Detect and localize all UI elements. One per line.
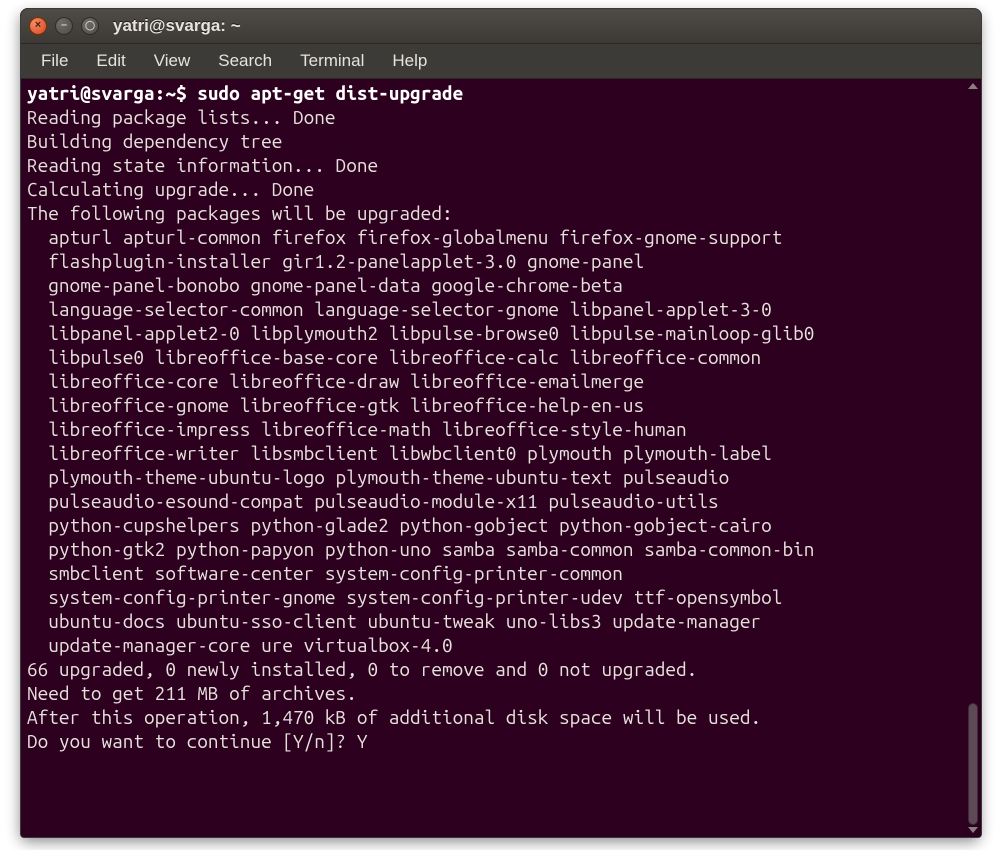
- terminal-line: plymouth-theme-ubuntu-logo plymouth-them…: [27, 466, 729, 488]
- terminal-line: libpanel-applet2-0 libplymouth2 libpulse…: [27, 322, 814, 344]
- terminal-line: Calculating upgrade... Done: [27, 178, 314, 200]
- terminal-line: 66 upgraded, 0 newly installed, 0 to rem…: [27, 658, 697, 680]
- terminal-line: Do you want to continue [Y/n]? Y: [27, 730, 367, 752]
- window-title: yatri@svarga: ~: [113, 16, 241, 36]
- terminal-window: × – ◯ yatri@svarga: ~ File Edit View Sea…: [20, 8, 982, 838]
- terminal-line: gnome-panel-bonobo gnome-panel-data goog…: [27, 274, 623, 296]
- menubar: File Edit View Search Terminal Help: [21, 44, 981, 79]
- terminal-line: The following packages will be upgraded:: [27, 202, 453, 224]
- minimize-button[interactable]: –: [55, 17, 73, 35]
- scroll-thumb[interactable]: [968, 703, 978, 825]
- minimize-icon: –: [61, 20, 67, 31]
- terminal-body-wrap: yatri@svarga:~$ sudo apt-get dist-upgrad…: [21, 79, 981, 837]
- prompt: yatri@svarga:~$: [27, 82, 187, 104]
- terminal-line: update-manager-core ure virtualbox-4.0: [27, 634, 453, 656]
- terminal-line: libreoffice-impress libreoffice-math lib…: [27, 418, 687, 440]
- terminal-line: Reading state information... Done: [27, 154, 378, 176]
- terminal-line: libpulse0 libreoffice-base-core libreoff…: [27, 346, 761, 368]
- terminal-line: Reading package lists... Done: [27, 106, 336, 128]
- terminal-line: smbclient software-center system-config-…: [27, 562, 623, 584]
- menu-terminal[interactable]: Terminal: [288, 47, 376, 75]
- scroll-down-icon[interactable]: [968, 827, 978, 833]
- close-button[interactable]: ×: [29, 17, 47, 35]
- terminal-output[interactable]: yatri@svarga:~$ sudo apt-get dist-upgrad…: [21, 79, 965, 837]
- terminal-line: libreoffice-gnome libreoffice-gtk libreo…: [27, 394, 644, 416]
- terminal-line: libreoffice-core libreoffice-draw libreo…: [27, 370, 644, 392]
- command-input: sudo apt-get dist-upgrade: [197, 82, 463, 104]
- terminal-line: pulseaudio-esound-compat pulseaudio-modu…: [27, 490, 719, 512]
- terminal-line: python-cupshelpers python-glade2 python-…: [27, 514, 772, 536]
- terminal-line: python-gtk2 python-papyon python-uno sam…: [27, 538, 814, 560]
- terminal-line: After this operation, 1,470 kB of additi…: [27, 706, 761, 728]
- menu-search[interactable]: Search: [206, 47, 284, 75]
- terminal-line: flashplugin-installer gir1.2-panelapplet…: [27, 250, 644, 272]
- terminal-line: Need to get 211 MB of archives.: [27, 682, 357, 704]
- close-icon: ×: [35, 20, 41, 31]
- scroll-up-icon[interactable]: [968, 83, 978, 89]
- menu-help[interactable]: Help: [380, 47, 439, 75]
- terminal-line: ubuntu-docs ubuntu-sso-client ubuntu-twe…: [27, 610, 761, 632]
- terminal-line: system-config-printer-gnome system-confi…: [27, 586, 782, 608]
- maximize-icon: ◯: [85, 21, 95, 30]
- terminal-line: language-selector-common language-select…: [27, 298, 772, 320]
- scrollbar[interactable]: [965, 79, 981, 837]
- menu-edit[interactable]: Edit: [84, 47, 137, 75]
- scroll-track[interactable]: [968, 91, 978, 825]
- terminal-line: Building dependency tree: [27, 130, 357, 152]
- menu-view[interactable]: View: [142, 47, 203, 75]
- maximize-button[interactable]: ◯: [81, 17, 99, 35]
- terminal-line: libreoffice-writer libsmbclient libwbcli…: [27, 442, 772, 464]
- terminal-line: apturl apturl-common firefox firefox-glo…: [27, 226, 782, 248]
- titlebar[interactable]: × – ◯ yatri@svarga: ~: [21, 9, 981, 44]
- menu-file[interactable]: File: [29, 47, 80, 75]
